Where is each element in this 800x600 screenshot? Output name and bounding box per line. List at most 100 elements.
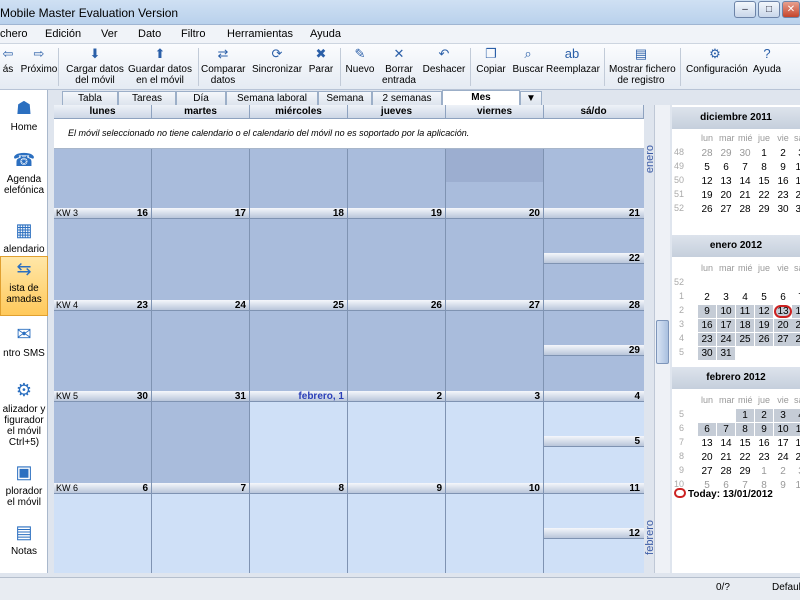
minical-day[interactable]: 1	[736, 409, 754, 422]
minical-day[interactable]: 18	[792, 437, 800, 450]
minical-day[interactable]: 20	[698, 451, 716, 464]
day-cell[interactable]	[152, 219, 250, 300]
sidebar-item-1[interactable]: ☎ Agenda elefónica	[0, 148, 48, 200]
sidebar-item-6[interactable]: ▣ plorador el móvil	[0, 460, 48, 508]
day-cell[interactable]	[348, 219, 446, 300]
minical-day[interactable]: 7	[792, 291, 800, 304]
minical-day[interactable]: 22	[755, 189, 773, 202]
minical-day[interactable]: 2	[774, 465, 792, 478]
day-cell[interactable]	[152, 149, 250, 182]
minical-day[interactable]	[698, 409, 716, 422]
toolbar-button-2[interactable]: ⬇ Cargar datos del móvil	[66, 46, 124, 86]
minical-day[interactable]: 30	[698, 347, 716, 360]
toolbar-button-4[interactable]: ⇄ Comparar datos	[201, 46, 245, 86]
minical-day[interactable]: 5	[698, 161, 716, 174]
day-cell[interactable]	[250, 402, 348, 483]
vertical-scrollbar[interactable]	[654, 105, 670, 573]
menu-filtro[interactable]: Filtro	[181, 28, 205, 40]
minical-day[interactable]: 23	[755, 451, 773, 464]
day-cell[interactable]	[446, 494, 544, 573]
minical-day[interactable]: 4	[736, 291, 754, 304]
minical-day[interactable]: 10	[717, 305, 735, 318]
minical-day[interactable]: 3	[792, 147, 800, 160]
day-cell[interactable]	[348, 311, 446, 392]
minical-day[interactable]: 12	[755, 305, 773, 318]
minical-day[interactable]: 29	[717, 147, 735, 160]
minical-day[interactable]: 27	[774, 333, 792, 346]
minical-day[interactable]: 15	[736, 437, 754, 450]
minical-day[interactable]: 7	[717, 423, 735, 436]
minical-day[interactable]: 31	[792, 203, 800, 216]
minical-day[interactable]: 6	[774, 291, 792, 304]
minical-day[interactable]: 16	[755, 437, 773, 450]
minical-day[interactable]	[736, 277, 754, 290]
day-cell[interactable]	[250, 219, 348, 300]
minical-day[interactable]: 27	[698, 465, 716, 478]
minical-day[interactable]: 13	[717, 175, 735, 188]
minical-day[interactable]: 13	[774, 305, 792, 318]
minical-day[interactable]: 24	[717, 333, 735, 346]
tab-7[interactable]: ▼	[520, 91, 542, 105]
day-cell[interactable]	[348, 494, 446, 573]
toolbar-button-5[interactable]: ⟳ Sincronizar	[252, 46, 302, 75]
sidebar-item-0[interactable]: ☗ Home	[0, 96, 48, 136]
minical-day[interactable]	[755, 277, 773, 290]
minical-day[interactable]: 20	[717, 189, 735, 202]
minical-day[interactable]: 3	[774, 409, 792, 422]
minical-day[interactable]	[792, 347, 800, 360]
minical-day[interactable]	[736, 347, 754, 360]
minical-day[interactable]: 29	[736, 465, 754, 478]
scrollbar-thumb[interactable]	[656, 320, 669, 364]
day-cell[interactable]	[446, 219, 544, 300]
minical-day[interactable]: 21	[736, 189, 754, 202]
minical-day[interactable]: 12	[698, 175, 716, 188]
minical-day[interactable]: 9	[774, 161, 792, 174]
tab-2[interactable]: Día	[176, 91, 226, 105]
minical-day[interactable]: 28	[698, 147, 716, 160]
minical-day[interactable]: 13	[698, 437, 716, 450]
minical-day[interactable]: 14	[736, 175, 754, 188]
menu-ver[interactable]: Ver	[101, 28, 118, 40]
toolbar-button-10[interactable]: ❐ Copiar	[476, 46, 506, 75]
day-cell[interactable]	[348, 149, 446, 182]
minical-day[interactable]: 27	[717, 203, 735, 216]
menu-herramientas[interactable]: Herramientas	[227, 28, 293, 40]
minical-day[interactable]: 7	[736, 161, 754, 174]
minical-day[interactable]: 1	[755, 465, 773, 478]
minical-day[interactable]: 11	[736, 305, 754, 318]
toolbar-button-15[interactable]: ? Ayuda	[752, 46, 782, 75]
minical-day[interactable]	[774, 277, 792, 290]
minical-day[interactable]: 6	[698, 423, 716, 436]
minical-day[interactable]: 28	[717, 465, 735, 478]
toolbar-button-6[interactable]: ✖ Parar	[306, 46, 336, 75]
minical-day[interactable]: 24	[774, 451, 792, 464]
minical-day[interactable]: 28	[736, 203, 754, 216]
minical-day[interactable]: 17	[717, 319, 735, 332]
minical-day[interactable]: 9	[774, 479, 792, 492]
minical-day[interactable]: 11	[792, 423, 800, 436]
minical-day[interactable]: 30	[774, 203, 792, 216]
toolbar-button-0[interactable]: ⇦ ás	[0, 46, 16, 75]
toolbar-button-14[interactable]: ⚙ Configuración	[686, 46, 748, 75]
day-cell[interactable]	[54, 149, 152, 182]
minical-day[interactable]: 17	[792, 175, 800, 188]
maximize-button[interactable]: □	[758, 1, 780, 18]
minical-day[interactable]: 1	[755, 147, 773, 160]
tab-0[interactable]: Tabla	[62, 91, 118, 105]
menu-ayuda[interactable]: Ayuda	[310, 28, 341, 40]
minical-day[interactable]: 25	[792, 451, 800, 464]
day-cell[interactable]	[54, 494, 152, 573]
minical-day[interactable]: 31	[717, 347, 735, 360]
minical-day[interactable]: 19	[755, 319, 773, 332]
minical-day[interactable]: 28	[792, 333, 800, 346]
minical-day[interactable]: 6	[717, 161, 735, 174]
minical-day[interactable]: 26	[698, 203, 716, 216]
minical-day[interactable]: 30	[736, 147, 754, 160]
day-cell[interactable]	[54, 402, 152, 483]
toolbar-button-11[interactable]: ⌕ Buscar	[512, 46, 544, 75]
minical-day[interactable]: 3	[792, 465, 800, 478]
today-label[interactable]: Today: 13/01/2012	[688, 489, 773, 500]
day-cell[interactable]	[446, 149, 544, 182]
minical-day[interactable]: 10	[792, 479, 800, 492]
minical-day[interactable]: 16	[698, 319, 716, 332]
